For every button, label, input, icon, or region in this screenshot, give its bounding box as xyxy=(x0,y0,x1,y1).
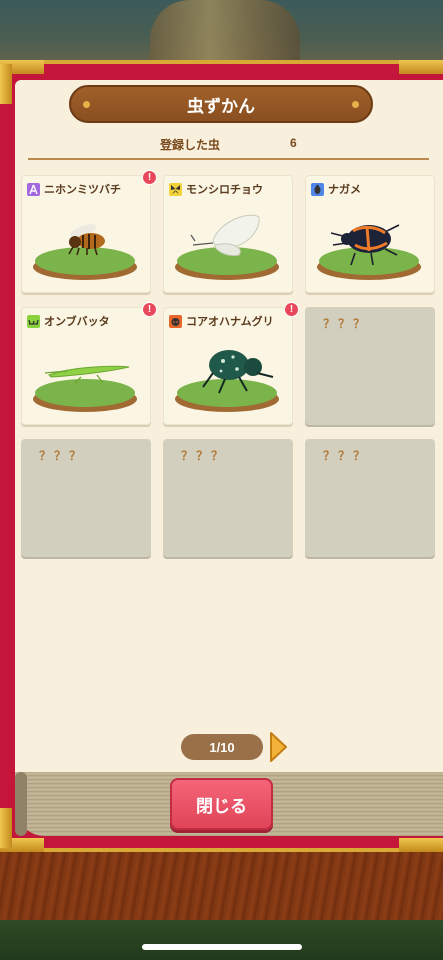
insect-card-unknown[interactable]: ？？？ xyxy=(305,439,435,557)
registered-label: 登録した虫 xyxy=(160,138,221,152)
insect-card-onbubatta[interactable]: オンブバッタ xyxy=(21,307,151,425)
insect-card-nagame[interactable]: ナガメ xyxy=(305,175,435,293)
card-title: コアオハナムグリ xyxy=(169,313,274,329)
card-title: モンシロチョウ xyxy=(169,181,263,197)
new-badge-icon: ! xyxy=(142,170,157,185)
new-badge-icon: ! xyxy=(284,302,299,317)
insect-card-monshirochou[interactable]: モンシロチョウ xyxy=(163,175,293,293)
page-indicator: 1/10 xyxy=(181,734,263,760)
stinkbug-illustration xyxy=(330,224,400,266)
bee-type-icon xyxy=(27,182,40,196)
home-indicator[interactable] xyxy=(142,944,302,950)
page-title: 虫ずかん xyxy=(187,96,255,116)
card-title: ナガメ xyxy=(311,181,361,197)
card-title: ニホンミツバチ xyxy=(27,181,121,197)
insect-name: モンシロチョウ xyxy=(186,184,263,196)
unknown-label: ？？？ xyxy=(39,449,85,463)
insect-name: ニホンミツバチ xyxy=(44,184,121,196)
close-button[interactable]: 閉じる xyxy=(170,778,273,830)
unknown-label: ？？？ xyxy=(323,317,369,331)
banner-rivet xyxy=(352,101,359,108)
background-ground xyxy=(0,846,443,960)
gold-corner xyxy=(0,808,12,848)
insect-name: ナガメ xyxy=(328,184,361,196)
gold-corner xyxy=(399,60,443,74)
registered-count-row: 登録した虫 6 xyxy=(0,136,443,152)
new-badge-icon: ! xyxy=(142,302,157,317)
insect-card-unknown[interactable]: ？？？ xyxy=(305,307,435,425)
ladybug-type-icon xyxy=(169,314,182,328)
banner-rivet xyxy=(83,101,90,108)
registered-count: 6 xyxy=(290,136,297,150)
insect-name: オンブバッタ xyxy=(44,316,110,328)
flower-chafer-illustration xyxy=(202,350,274,394)
unknown-label: ？？？ xyxy=(181,449,227,463)
insect-card-unknown[interactable]: ？？？ xyxy=(21,439,151,557)
divider xyxy=(28,158,429,160)
butterfly-illustration xyxy=(190,214,260,256)
insect-card-unknown[interactable]: ？？？ xyxy=(163,439,293,557)
grasshopper-illustration xyxy=(44,365,130,384)
next-page-arrow-icon[interactable] xyxy=(268,731,288,763)
beetle-type-icon xyxy=(311,182,324,196)
background-grass xyxy=(0,920,443,960)
unknown-label: ？？？ xyxy=(323,449,369,463)
honeybee-illustration xyxy=(68,224,105,256)
butterfly-type-icon xyxy=(169,182,182,196)
insect-card-nihonmitsubachi[interactable]: ニホンミツバチ xyxy=(21,175,151,293)
page-roll xyxy=(15,772,27,836)
insect-card-koaohanamuguri[interactable]: コアオハナムグリ xyxy=(163,307,293,425)
title-banner: 虫ずかん xyxy=(69,85,373,123)
insect-name: コアオハナムグリ xyxy=(186,316,274,328)
gold-corner xyxy=(0,64,12,104)
gold-corner xyxy=(399,838,443,852)
card-title: オンブバッタ xyxy=(27,313,110,329)
grasshopper-type-icon xyxy=(27,314,40,328)
